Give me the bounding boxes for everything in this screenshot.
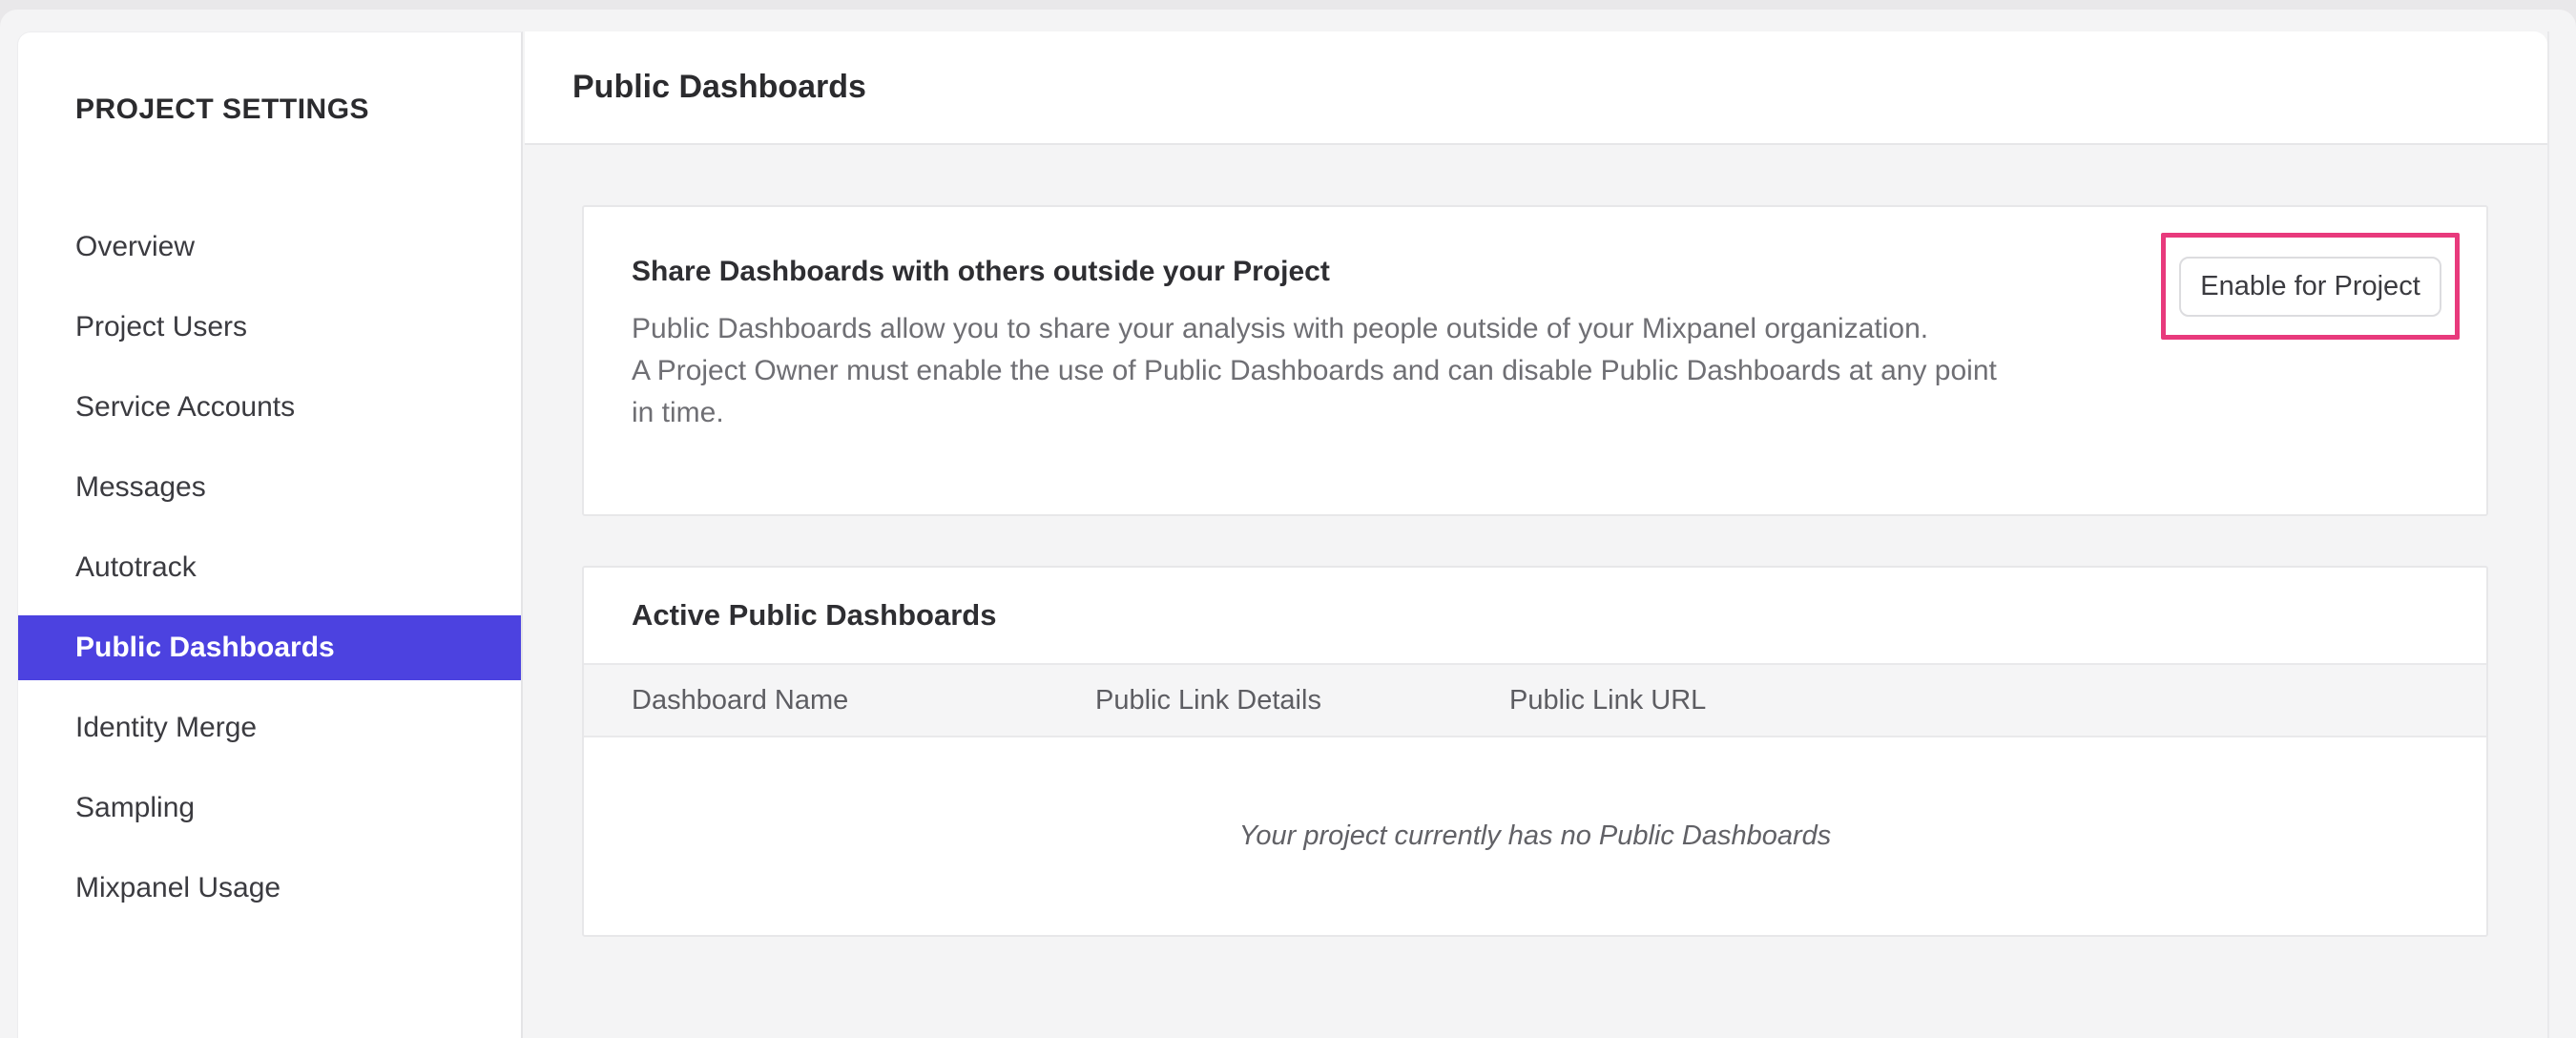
share-card-description-line: A Project Owner must enable the use of P… [632,355,1997,386]
share-dashboards-card: Share Dashboards with others outside you… [582,205,2488,669]
sidebar-item-sampling[interactable]: Sampling [18,776,521,841]
page-title: Public Dashboards [572,69,866,105]
enable-for-project-button[interactable]: Enable for Project [2179,256,2441,317]
column-header-public-link-url: Public Link URL [1509,684,1707,716]
share-card-description-line: Public Dashboards allow you to share you… [632,313,1929,344]
share-card-heading: Share Dashboards with others outside you… [632,256,1330,287]
empty-state-message: Your project currently has no Public Das… [1238,820,1832,851]
enable-button-highlight-box: Enable for Project [2161,233,2460,340]
project-settings-sidebar: PROJECT SETTINGS Overview Project Users Se… [17,31,523,1038]
active-dashboards-title: Active Public Dashboards [632,598,997,632]
sidebar-item-messages[interactable]: Messages [18,455,521,520]
sidebar-item-identity-merge[interactable]: Identity Merge [18,695,521,760]
column-header-dashboard-name: Dashboard Name [632,684,849,716]
dashboards-table-header: Dashboard Name Public Link Details Public … [584,663,2486,737]
dashboards-empty-state: Your project currently has no Public Das… [584,737,2486,935]
settings-page-canvas: PROJECT SETTINGS Overview Project Users Se… [0,10,2576,1038]
main-right-border [2547,31,2549,1038]
sidebar-item-autotrack[interactable]: Autotrack [18,535,521,600]
sidebar-item-public-dashboards[interactable]: Public Dashboards [18,615,521,680]
active-dashboards-card: Active Public Dashboards Dashboard Name P… [582,566,2488,937]
sidebar-nav: Overview Project Users Service Accounts Mes… [18,215,521,936]
sidebar-item-overview[interactable]: Overview [18,215,521,280]
sidebar-item-project-users[interactable]: Project Users [18,295,521,360]
column-header-public-link-details: Public Link Details [1095,684,1321,716]
sidebar-item-mixpanel-usage[interactable]: Mixpanel Usage [18,856,521,921]
share-card-description-line: in time. [632,397,724,428]
sidebar-item-service-accounts[interactable]: Service Accounts [18,375,521,440]
share-card-description: Public Dashboards allow you to share you… [632,308,2028,434]
sidebar-title: PROJECT SETTINGS [75,93,370,125]
page-header: Public Dashboards [525,31,2547,145]
